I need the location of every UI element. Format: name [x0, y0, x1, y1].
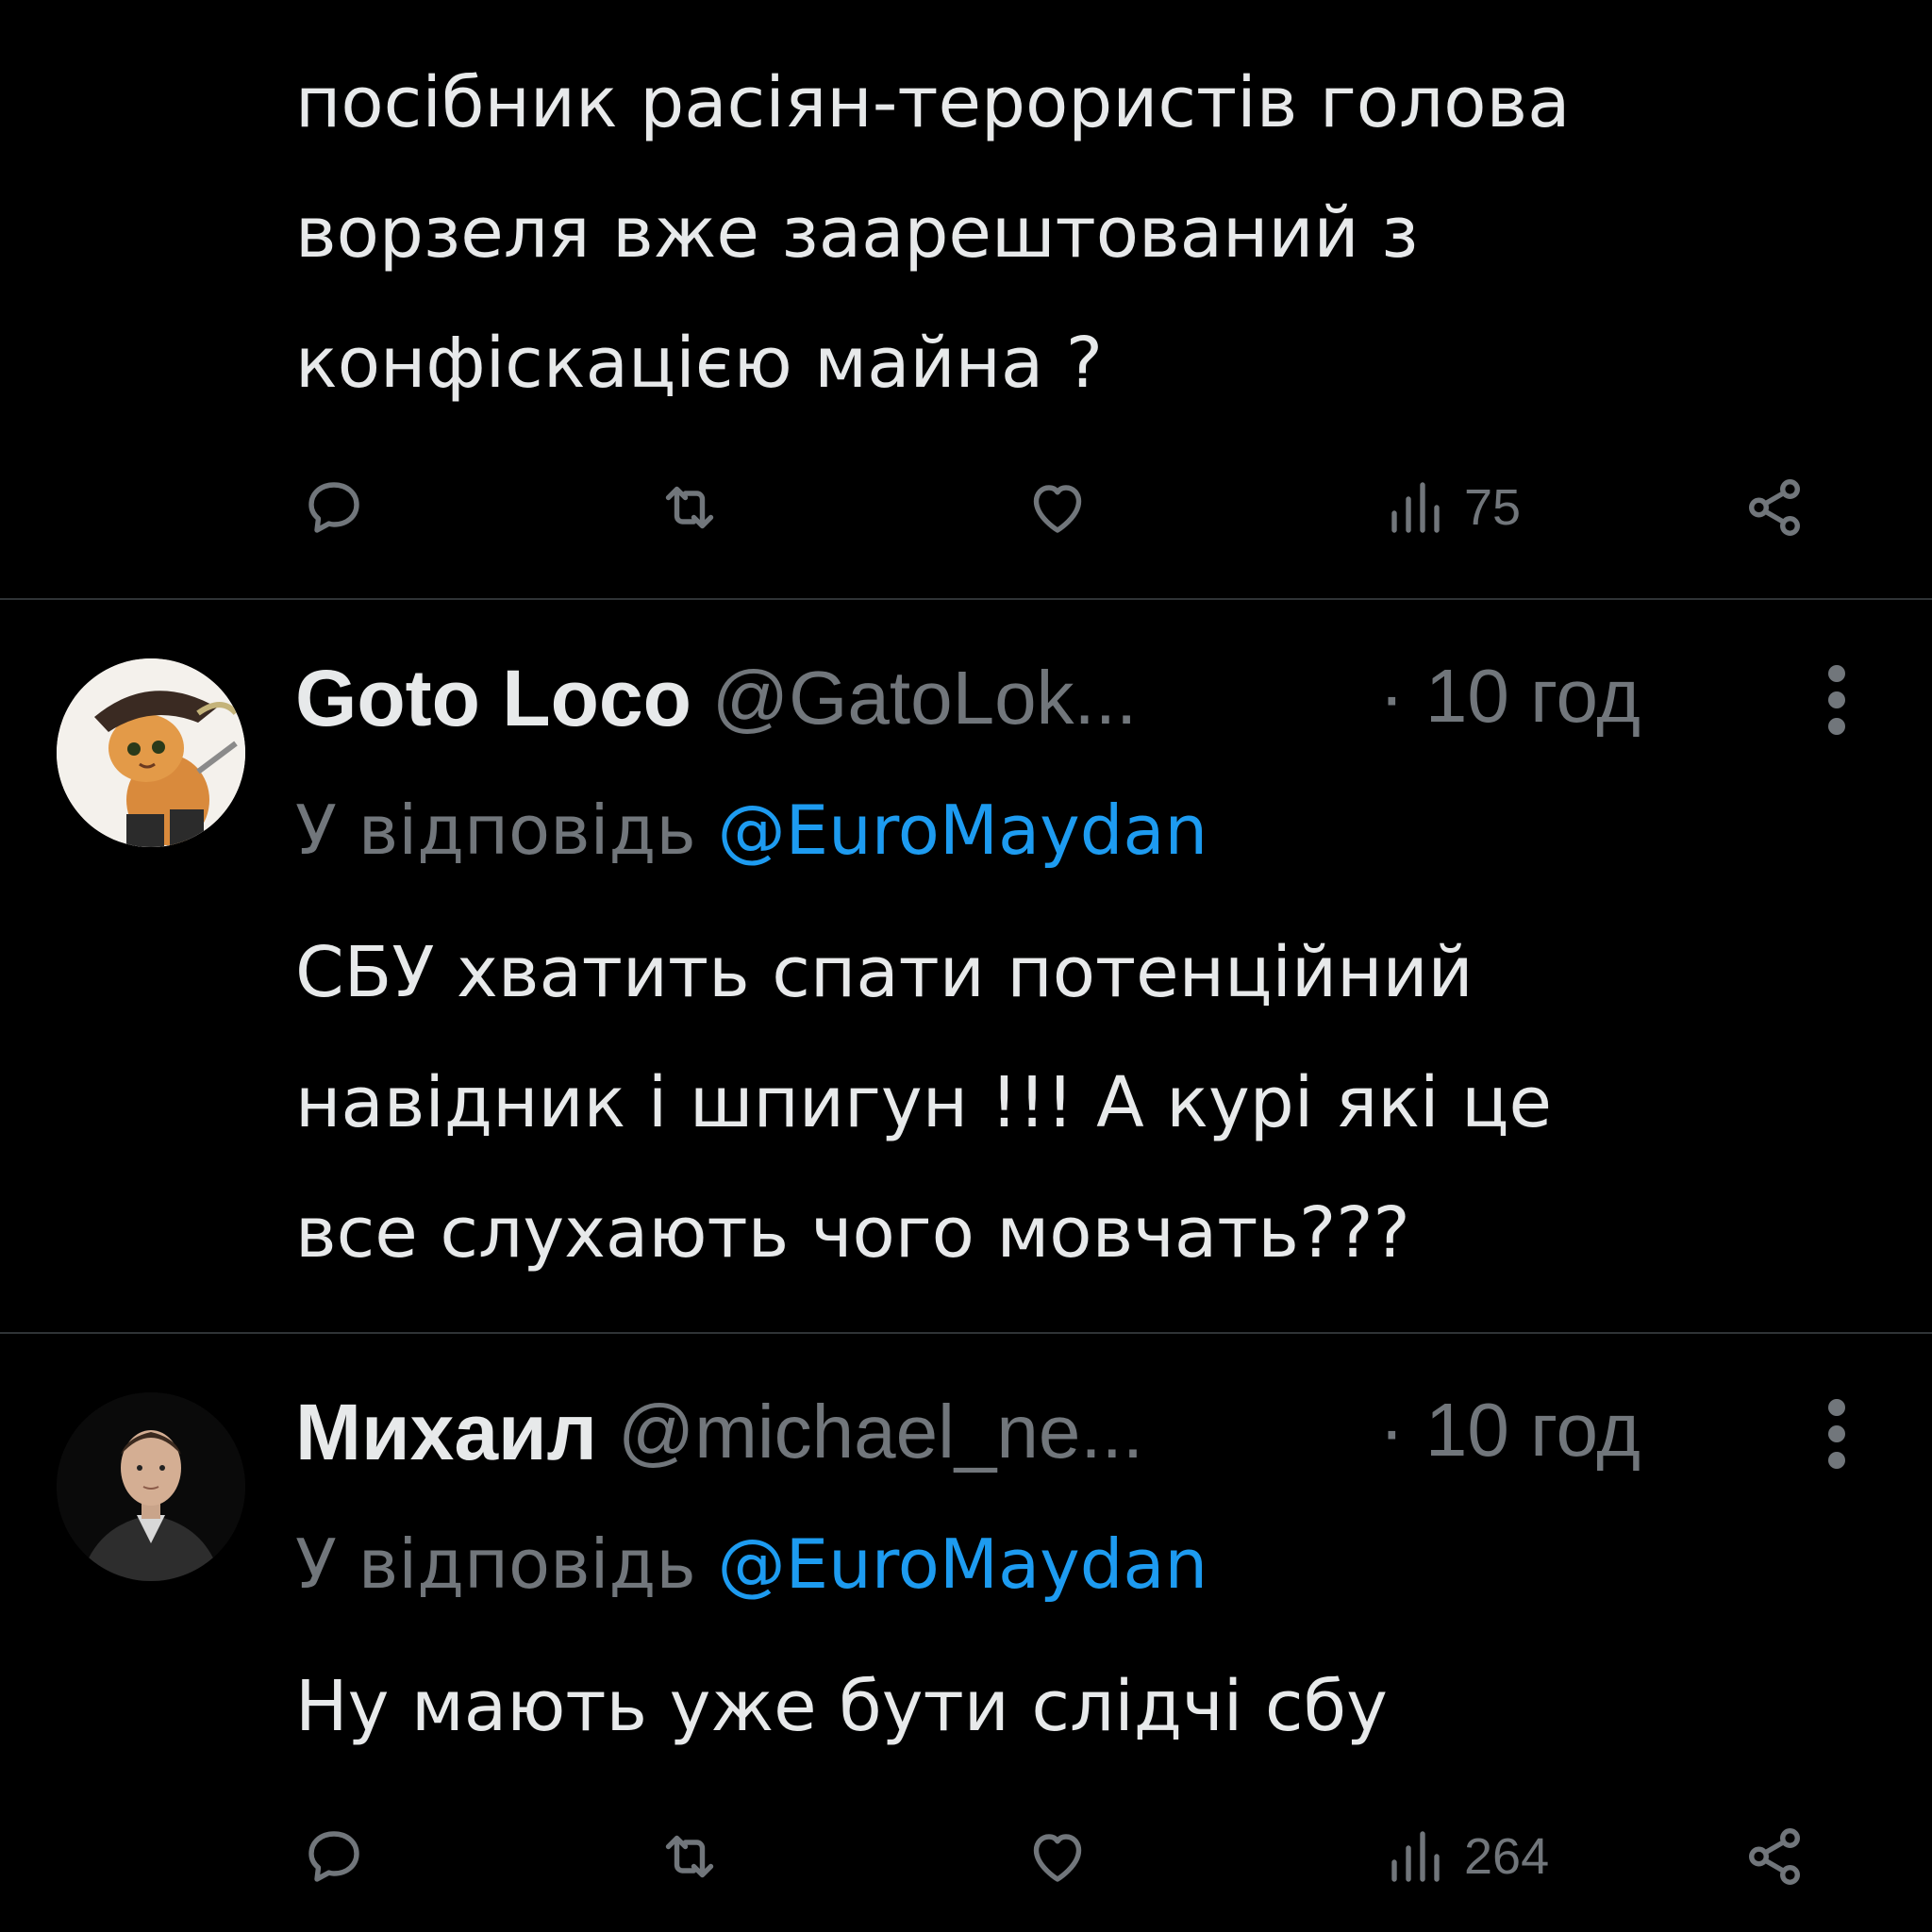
- share-icon: [1749, 1828, 1800, 1885]
- tweet-text: посібник расіян-терористів голова ворзел…: [295, 62, 1571, 404]
- post-time[interactable]: · 10 год: [1379, 1387, 1641, 1474]
- retweet-icon: [665, 1835, 714, 1878]
- more-options-icon[interactable]: [1816, 1396, 1857, 1472]
- reply-icon: [308, 1831, 359, 1882]
- tweet-actions: 75: [0, 460, 1932, 555]
- tweet-header: Goto Loco @GatoLok...: [295, 641, 1137, 755]
- share-button[interactable]: [1740, 460, 1808, 555]
- heart-icon: [1033, 485, 1082, 533]
- tweet-text: Ну мають уже бути слідчі сбу: [295, 1666, 1388, 1747]
- reply-button[interactable]: [300, 1809, 368, 1904]
- like-button[interactable]: [1024, 1809, 1091, 1904]
- reply-prefix: У відповідь: [295, 1524, 696, 1604]
- reply-context: У відповідь @EuroMaydan: [295, 1524, 1208, 1604]
- share-icon: [1749, 479, 1800, 536]
- author-name[interactable]: Goto Loco: [295, 653, 691, 744]
- views-count: 75: [1464, 479, 1522, 536]
- views-icon: [1391, 482, 1440, 533]
- post-time[interactable]: · 10 год: [1379, 653, 1641, 740]
- like-button[interactable]: [1024, 460, 1091, 555]
- share-button[interactable]: [1740, 1809, 1808, 1904]
- reply-context: У відповідь @EuroMaydan: [295, 791, 1208, 870]
- views-count: 264: [1464, 1828, 1550, 1885]
- views-button[interactable]: 264: [1383, 1809, 1549, 1904]
- retweet-button[interactable]: [656, 460, 724, 555]
- divider: [0, 598, 1932, 600]
- author-name[interactable]: Михаил: [295, 1387, 597, 1478]
- tweet-actions: 264: [0, 1809, 1932, 1904]
- views-button[interactable]: 75: [1383, 460, 1521, 555]
- cat-avatar-image: [57, 658, 245, 847]
- views-icon: [1391, 1831, 1440, 1882]
- reply-icon: [308, 482, 359, 533]
- author-handle[interactable]: @michael_ne...: [618, 1389, 1143, 1475]
- retweet-icon: [665, 486, 714, 529]
- tweet-text: СБУ хватить спати потенційний навідник і…: [295, 932, 1552, 1274]
- avatar[interactable]: [57, 658, 245, 847]
- heart-icon: [1033, 1834, 1082, 1882]
- tweet-feed: посібник расіян-терористів голова ворзел…: [0, 0, 1932, 1932]
- retweet-button[interactable]: [656, 1809, 724, 1904]
- avatar[interactable]: [57, 1392, 245, 1581]
- author-handle[interactable]: @GatoLok...: [712, 655, 1137, 741]
- reply-button[interactable]: [300, 460, 368, 555]
- divider: [0, 1332, 1932, 1334]
- tweet-header: Михаил @michael_ne...: [295, 1375, 1143, 1489]
- person-avatar-image: [57, 1392, 245, 1581]
- reply-mention-link[interactable]: @EuroMaydan: [718, 1524, 1208, 1604]
- more-options-icon[interactable]: [1816, 662, 1857, 738]
- reply-prefix: У відповідь: [295, 791, 696, 870]
- reply-mention-link[interactable]: @EuroMaydan: [718, 791, 1208, 870]
